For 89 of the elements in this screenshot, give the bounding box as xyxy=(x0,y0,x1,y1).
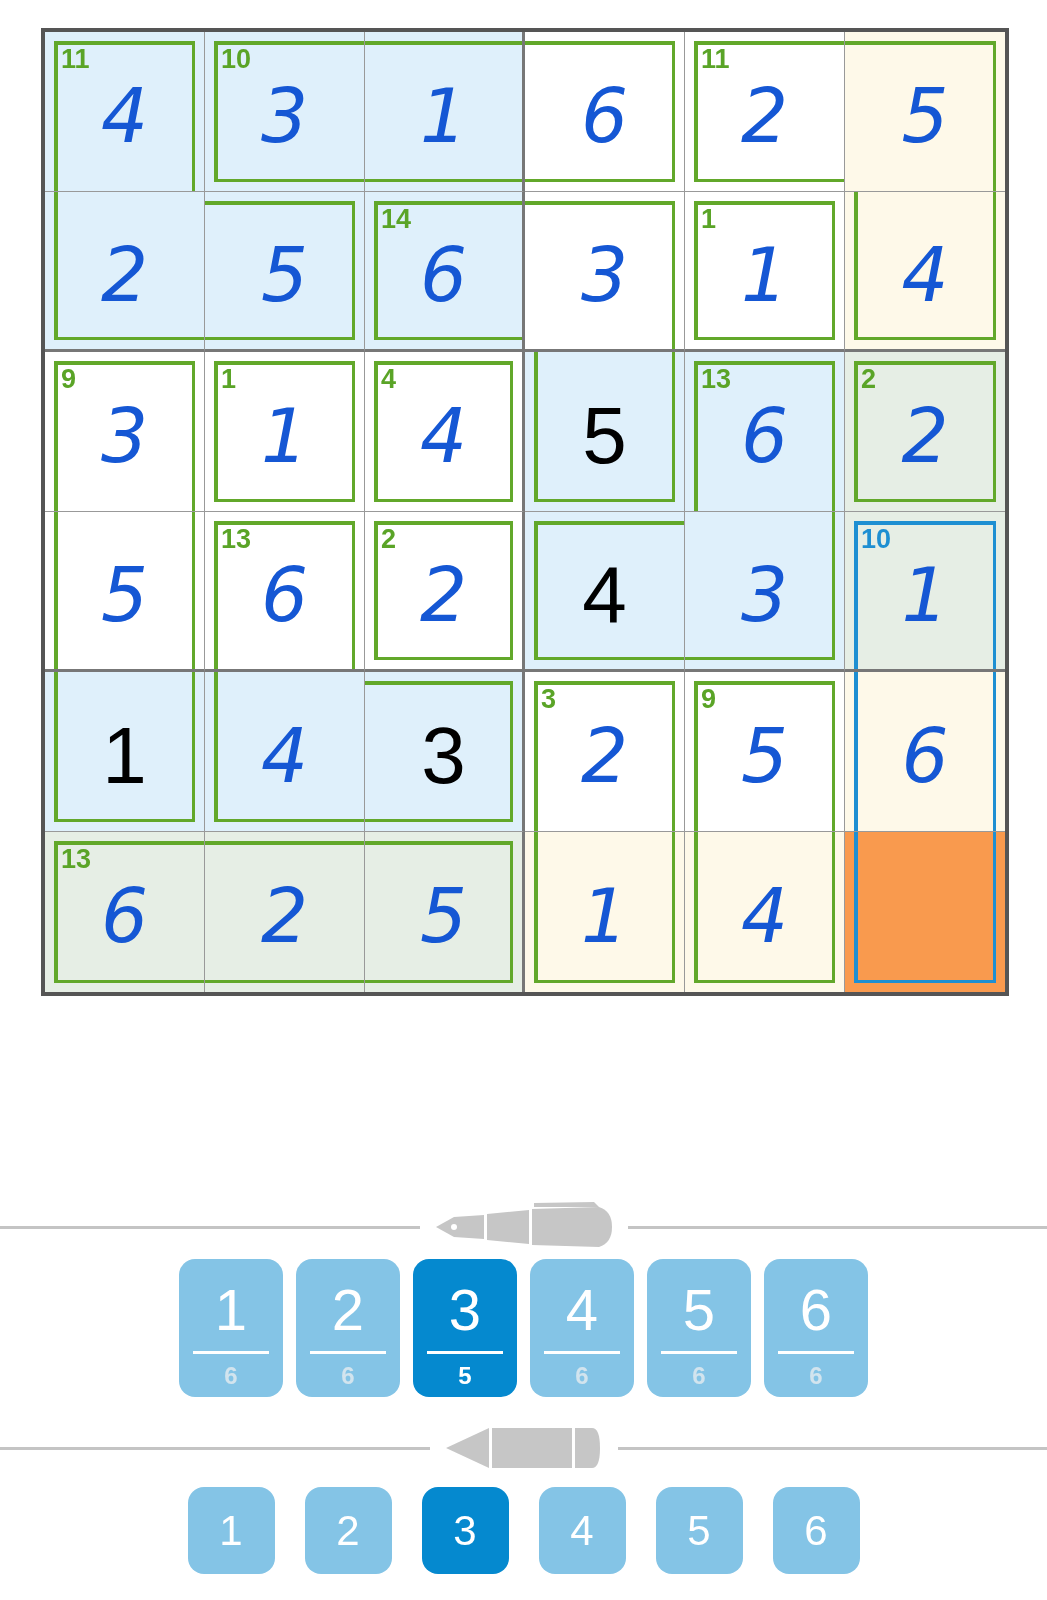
cage-sum: 11 xyxy=(701,46,730,73)
cell-digit: 2 xyxy=(901,391,949,479)
grid-cell[interactable]: 4 xyxy=(685,832,845,992)
cell-digit: 6 xyxy=(260,550,309,638)
cell-digit: 5 xyxy=(419,872,468,959)
grid-cell[interactable]: 1 xyxy=(365,32,525,192)
cage-sum: 14 xyxy=(381,206,412,233)
grid-cell[interactable]: 1 1 xyxy=(205,352,365,512)
cell-digit: 1 xyxy=(419,71,468,159)
cage-sum: 2 xyxy=(381,526,397,553)
cage-sum: 10 xyxy=(861,526,892,553)
cell-digit: 5 xyxy=(582,389,627,482)
grid-cell[interactable]: 14 6 xyxy=(365,192,525,352)
cell-digit: 4 xyxy=(901,230,949,318)
cell-digit: 2 xyxy=(100,230,149,318)
cell-digit: 4 xyxy=(582,548,627,641)
grid-cell[interactable]: 5 xyxy=(365,832,525,992)
cage-sum: 13 xyxy=(701,366,732,393)
cell-digit: 1 xyxy=(580,872,629,959)
grid-cell[interactable]: 4 xyxy=(525,512,685,672)
grid-cell[interactable]: 4 xyxy=(205,672,365,832)
cage-sum: 11 xyxy=(61,46,90,73)
cell-digit: 3 xyxy=(740,550,789,638)
cell-digit: 6 xyxy=(901,711,949,799)
cell-digit: 6 xyxy=(419,230,468,318)
cell-digit: 2 xyxy=(740,71,789,159)
grid-cell[interactable]: 9 3 xyxy=(45,352,205,512)
grid-cell[interactable]: 1 1 xyxy=(685,192,845,352)
cell-digit: 5 xyxy=(740,711,789,799)
cage-sum: 13 xyxy=(61,846,92,873)
cage-sum: 4 xyxy=(381,366,397,393)
cage-sum: 2 xyxy=(861,366,877,393)
cell-digit: 6 xyxy=(740,391,789,479)
cell-digit: 4 xyxy=(740,872,789,959)
grid-cell[interactable]: 3 xyxy=(365,672,525,832)
cell-digit: 1 xyxy=(740,230,789,318)
grid-cell[interactable]: 2 xyxy=(45,192,205,352)
cell-digit: 2 xyxy=(419,550,468,638)
grid-cell[interactable]: 2 2 xyxy=(845,352,1005,512)
cell-digit: 6 xyxy=(100,872,149,959)
grid-cell[interactable]: 6 xyxy=(845,672,1005,832)
cage-sum: 1 xyxy=(221,366,237,393)
cage-sum: 3 xyxy=(541,686,557,713)
grid-cell[interactable]: 1 xyxy=(525,832,685,992)
cell-digit: 3 xyxy=(580,230,629,318)
cage-sum: 10 xyxy=(221,46,252,73)
cell-digit: 5 xyxy=(901,71,949,159)
cage-sum: 9 xyxy=(701,686,717,713)
cell-digit: 1 xyxy=(260,391,309,479)
grid-cell[interactable]: 4 4 xyxy=(365,352,525,512)
grid-cell[interactable]: 13 6 xyxy=(205,512,365,672)
cell-digit: 1 xyxy=(102,709,147,802)
cell-digit: 4 xyxy=(419,391,468,479)
cell-digit: 1 xyxy=(901,550,949,638)
digit-button[interactable]: 3 5 xyxy=(413,1259,517,1397)
grid-cell[interactable]: 11 4 xyxy=(45,32,205,192)
cell-digit: 4 xyxy=(260,711,309,799)
grid-cell[interactable]: 10 1 xyxy=(845,512,1005,672)
cage-sum: 1 xyxy=(701,206,717,233)
pencil-digit-button[interactable]: 3 xyxy=(421,1487,509,1574)
grid-cell[interactable]: 2 2 xyxy=(365,512,525,672)
grid-cell[interactable]: 3 xyxy=(525,192,685,352)
grid-cell[interactable]: 5 xyxy=(845,32,1005,192)
cell-digit: 5 xyxy=(260,230,309,318)
grid-cell[interactable]: 5 xyxy=(205,192,365,352)
cage-sum: 13 xyxy=(221,526,252,553)
grid-cell[interactable]: 13 6 xyxy=(685,352,845,512)
grid-cell[interactable]: 13 6 xyxy=(45,832,205,992)
grid-cell[interactable]: 11 2 xyxy=(685,32,845,192)
grid-cell[interactable]: 3 2 xyxy=(525,672,685,832)
grid-cell[interactable]: 3 xyxy=(685,512,845,672)
cell-digit: 5 xyxy=(100,550,149,638)
grid-cell[interactable]: 10 3 xyxy=(205,32,365,192)
grid-cell[interactable]: 9 5 xyxy=(685,672,845,832)
cell-digit: 3 xyxy=(260,71,309,159)
cell-digit: 3 xyxy=(421,709,466,802)
cell-digit: 6 xyxy=(580,71,629,159)
grid-cell[interactable]: 6 xyxy=(525,32,685,192)
grid-cell[interactable]: 2 xyxy=(205,832,365,992)
grid-cell[interactable]: 1 xyxy=(45,672,205,832)
grid-cell[interactable]: 5 xyxy=(525,352,685,512)
cage-sum: 9 xyxy=(61,366,77,393)
cell-digit: 3 xyxy=(100,391,149,479)
grid-cell[interactable]: 4 xyxy=(845,192,1005,352)
grid-cell[interactable] xyxy=(845,832,1005,992)
cell-digit: 4 xyxy=(100,71,149,159)
grid-cell[interactable]: 5 xyxy=(45,512,205,672)
cell-digit: 2 xyxy=(260,872,309,959)
cell-digit: 2 xyxy=(580,711,629,799)
